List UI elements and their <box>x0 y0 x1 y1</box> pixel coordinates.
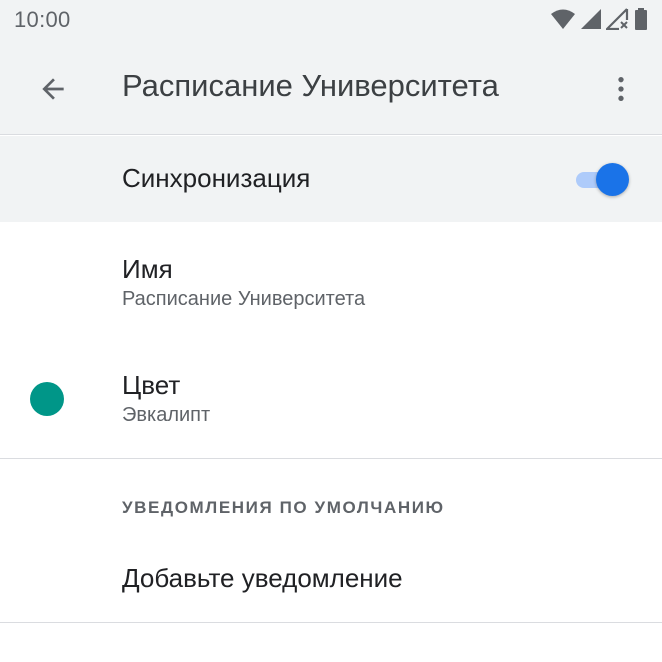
add-notification-item[interactable]: Добавьте уведомление <box>0 540 662 620</box>
signal-icon <box>581 9 601 29</box>
more-vert-icon <box>618 77 624 101</box>
page-title: Расписание Университета <box>122 68 499 103</box>
toggle-thumb <box>596 163 629 196</box>
sync-label: Синхронизация <box>122 163 311 193</box>
battery-icon <box>635 8 647 30</box>
sync-toggle[interactable] <box>576 162 630 196</box>
sync-row[interactable]: Синхронизация <box>0 136 662 222</box>
divider <box>0 458 662 459</box>
add-notification-label: Добавьте уведомление <box>122 563 403 593</box>
back-button[interactable] <box>30 66 76 112</box>
name-setting[interactable]: Имя Расписание Университета <box>0 222 662 340</box>
color-value: Эвкалипт <box>122 404 211 426</box>
app-bar: Расписание Университета <box>0 42 662 135</box>
no-data-signal-icon <box>606 8 629 30</box>
more-options-button[interactable] <box>598 66 644 112</box>
color-swatch <box>30 382 64 416</box>
status-bar: 10:00 <box>0 0 662 42</box>
color-setting[interactable]: Цвет Эвкалипт <box>0 340 662 458</box>
name-label: Имя <box>122 254 173 284</box>
name-value: Расписание Университета <box>122 288 366 310</box>
arrow-back-icon <box>42 78 64 100</box>
color-label: Цвет <box>122 370 181 400</box>
status-time: 10:00 <box>14 7 71 32</box>
status-icons <box>550 8 648 30</box>
wifi-icon <box>551 9 575 29</box>
notifications-section-title: УВЕДОМЛЕНИЯ ПО УМОЛЧАНИЮ <box>122 498 445 517</box>
divider <box>0 622 662 623</box>
